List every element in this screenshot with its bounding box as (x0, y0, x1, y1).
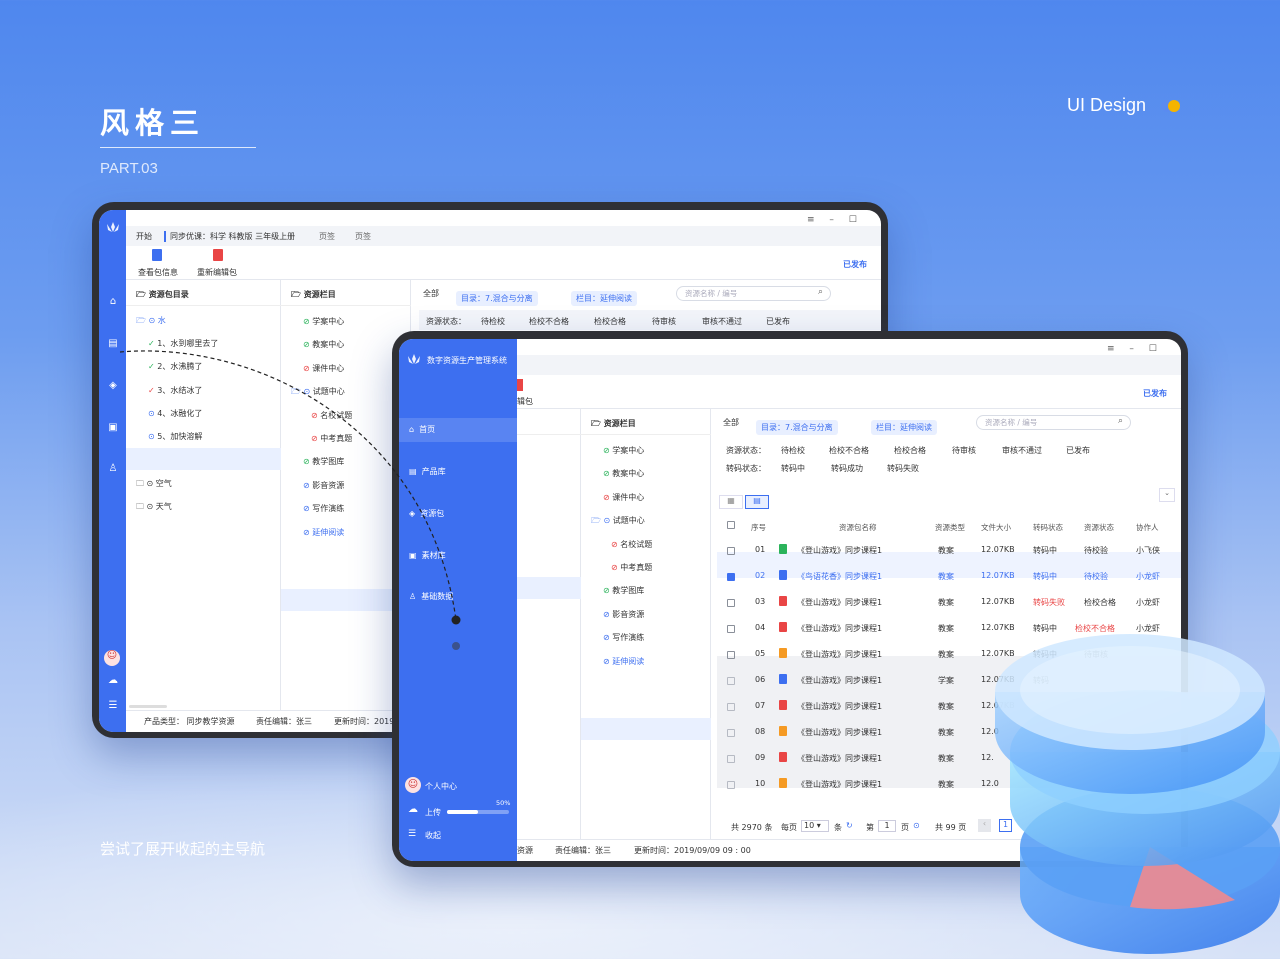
arc-endpoint-dot (451, 615, 461, 625)
glass-disc-stack-decoration (995, 634, 1280, 954)
